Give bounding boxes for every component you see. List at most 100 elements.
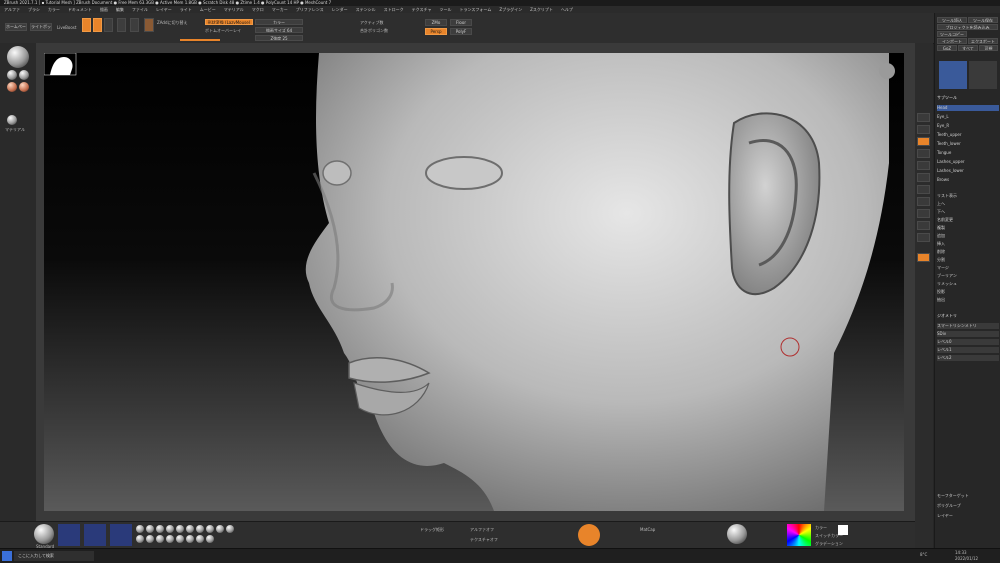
shelf-button-local[interactable]: [917, 161, 930, 170]
menu-item[interactable]: マクロ: [248, 6, 268, 13]
shelf-button-spix[interactable]: [917, 125, 930, 134]
brush-shelf-item[interactable]: [136, 525, 144, 533]
polyf-button[interactable]: PolyF: [450, 28, 472, 35]
draw-size-slider[interactable]: 描画サイズ 64: [255, 27, 303, 33]
brush-shelf-item[interactable]: [186, 535, 194, 543]
start-menu-icon[interactable]: [2, 551, 12, 561]
brush-shelf-item[interactable]: [166, 535, 174, 543]
shelf-button-bpr[interactable]: [917, 113, 930, 122]
menu-item[interactable]: アルファ: [0, 6, 24, 13]
subtool-insert-button[interactable]: 挿入: [937, 241, 999, 247]
brush-shelf-item[interactable]: [136, 535, 144, 543]
load-tool-button[interactable]: ツール読込: [937, 17, 967, 23]
brush-shelf-item[interactable]: [216, 525, 224, 533]
gradient-toggle[interactable]: グラデーション: [815, 541, 843, 547]
navigation-head-icon[interactable]: [879, 63, 895, 79]
brush-shelf-item[interactable]: [166, 525, 174, 533]
goz-button[interactable]: GoZ: [937, 45, 957, 51]
morph-target-section[interactable]: モーフターゲット: [937, 493, 999, 499]
material-thumb-4[interactable]: [19, 82, 29, 92]
subtool-merge-button[interactable]: マージ: [937, 265, 999, 271]
copy-tool-button[interactable]: ツールコピー: [937, 31, 967, 37]
material-thumb-3[interactable]: [7, 82, 17, 92]
brush-shelf-item[interactable]: [226, 525, 234, 533]
menu-item[interactable]: 編集: [112, 6, 128, 13]
shelf-button-persp[interactable]: [917, 137, 930, 146]
subtool-item[interactable]: Head: [937, 105, 999, 111]
alpha-off-label[interactable]: アルファオフ: [470, 527, 494, 533]
material-swatch-button[interactable]: [144, 18, 154, 32]
subtool-item[interactable]: Teeth_lower: [937, 141, 999, 147]
matcap-sphere[interactable]: [727, 524, 747, 544]
menu-item[interactable]: トランスフォーム: [456, 6, 496, 13]
zadd-toggle[interactable]: ZAddに切り替え: [157, 20, 187, 26]
polygroups-section[interactable]: ポリグループ: [937, 503, 999, 509]
menu-item[interactable]: ムービー: [196, 6, 220, 13]
subtool-up-button[interactable]: 上へ: [937, 201, 999, 207]
menu-item[interactable]: ドキュメント: [64, 6, 96, 13]
menu-item[interactable]: カラー: [44, 6, 64, 13]
brush-shelf-item[interactable]: [196, 525, 204, 533]
brush-shelf-item[interactable]: [186, 525, 194, 533]
shelf-button-floor[interactable]: [917, 149, 930, 158]
tool-thumbnail[interactable]: [939, 61, 967, 89]
texture-thumb[interactable]: [110, 524, 132, 546]
brush-shelf-item[interactable]: [206, 525, 214, 533]
subtool-project-button[interactable]: 投影: [937, 289, 999, 295]
subtool-down-button[interactable]: 下へ: [937, 209, 999, 215]
persp-button[interactable]: Persp: [425, 28, 447, 35]
shelf-button-scale[interactable]: [917, 209, 930, 218]
subtool-item[interactable]: Tongue: [937, 150, 999, 156]
save-tool-button[interactable]: ツール保存: [968, 17, 998, 23]
alpha-thumb[interactable]: [58, 524, 80, 546]
layers-section[interactable]: レイヤー: [937, 513, 999, 519]
z-intensity-slider[interactable]: Z強度 25: [255, 35, 303, 41]
rotate-mode-button[interactable]: [130, 18, 139, 32]
menu-item[interactable]: ヘルプ: [557, 6, 577, 13]
main-color-swatch[interactable]: [838, 525, 848, 535]
current-material-sphere[interactable]: [7, 46, 29, 68]
scale-mode-button[interactable]: [117, 18, 126, 32]
standard-brush-thumb[interactable]: [34, 524, 54, 544]
menu-item[interactable]: Zスクリプト: [526, 6, 557, 13]
geometry-slider[interactable]: レベル2: [937, 355, 999, 361]
subtool-split-button[interactable]: 分割: [937, 257, 999, 263]
lightbox-button[interactable]: ライトボックス: [30, 23, 52, 31]
brush-shelf-item[interactable]: [206, 535, 214, 543]
stroke-thumb[interactable]: [84, 524, 106, 546]
document-viewport[interactable]: [44, 53, 904, 511]
shelf-button-frame[interactable]: [917, 185, 930, 194]
menu-item[interactable]: レイヤー: [152, 6, 176, 13]
shelf-button-solo[interactable]: [917, 253, 930, 262]
subtool-delete-button[interactable]: 削除: [937, 249, 999, 255]
subtool-item[interactable]: Lashes_upper: [937, 159, 999, 165]
shelf-button-move[interactable]: [917, 197, 930, 206]
brush-shelf-item[interactable]: [146, 525, 154, 533]
subtool-duplicate-button[interactable]: 複製: [937, 225, 999, 231]
subtool-item[interactable]: Lashes_lower: [937, 168, 999, 174]
load-project-button[interactable]: プロジェクトを読み込み: [937, 24, 998, 30]
menu-item[interactable]: ライト: [176, 6, 196, 13]
geometry-title[interactable]: ジオメトリ: [937, 313, 999, 319]
brush-shelf-item[interactable]: [156, 525, 164, 533]
draw-mode-button[interactable]: [93, 18, 102, 32]
spotlight-dial-icon[interactable]: [578, 524, 600, 546]
menu-item[interactable]: レンダー: [328, 6, 352, 13]
subtool-list-all-button[interactable]: リスト表示: [937, 193, 999, 199]
subtool-item[interactable]: Teeth_upper: [937, 132, 999, 138]
brush-shelf-item[interactable]: [156, 535, 164, 543]
visible-button[interactable]: 可視: [979, 45, 998, 51]
menu-item[interactable]: ツール: [436, 6, 456, 13]
geometry-slider[interactable]: レベル0: [937, 339, 999, 345]
export-button[interactable]: エクスポート: [968, 38, 998, 44]
color-field[interactable]: カラー: [255, 19, 303, 25]
subtool-item[interactable]: Eye_L: [937, 114, 999, 120]
subtool-rename-button[interactable]: 名前変更: [937, 217, 999, 223]
menu-item[interactable]: プリファレンス: [292, 6, 328, 13]
menu-item[interactable]: ストローク: [380, 6, 408, 13]
import-button[interactable]: インポート: [937, 38, 967, 44]
color-picker-icon[interactable]: [787, 524, 811, 546]
menu-item[interactable]: ステンシル: [352, 6, 380, 13]
taskbar-search-input[interactable]: ここに入力して検索: [14, 551, 94, 561]
liveboost-button[interactable]: LiveBoost: [57, 25, 76, 30]
